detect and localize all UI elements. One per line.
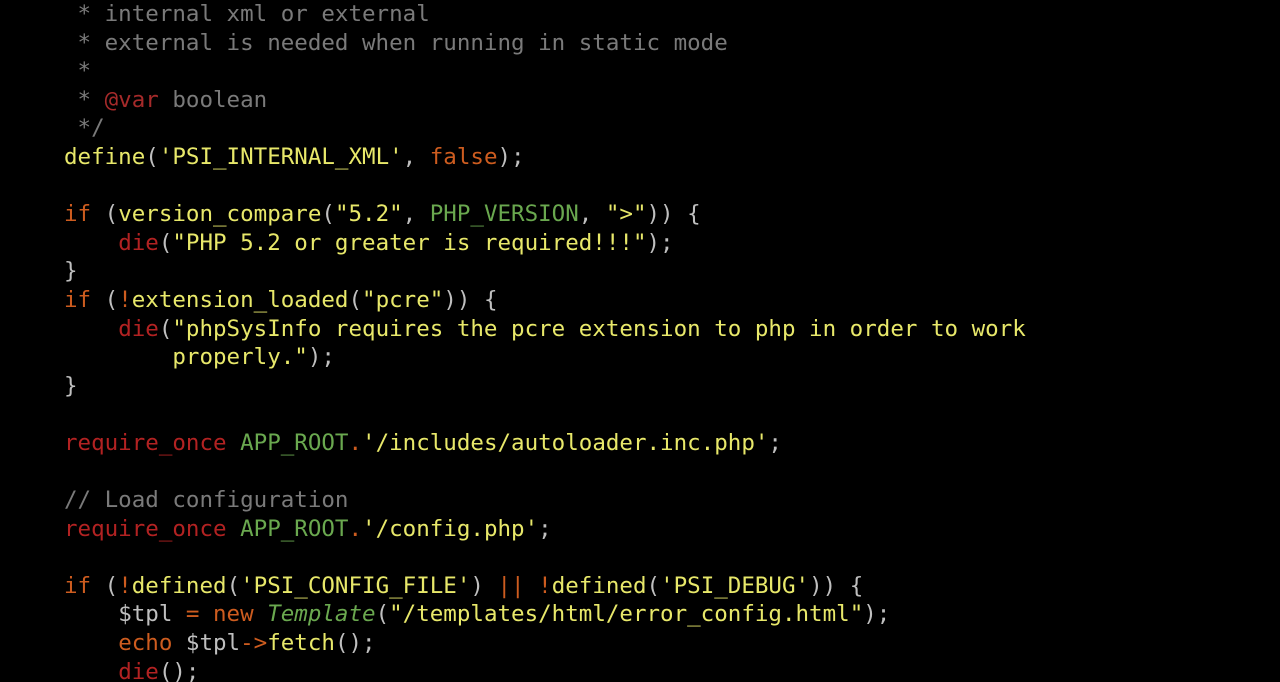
code-line: if (!defined('PSI_CONFIG_FILE') || !defi… <box>64 573 863 599</box>
code-line: require_once APP_ROOT.'/config.php'; <box>64 516 552 542</box>
comment-line: * <box>64 58 91 84</box>
code-line: die("PHP 5.2 or greater is required!!!")… <box>64 230 674 256</box>
code-line: require_once APP_ROOT.'/includes/autoloa… <box>64 430 782 456</box>
comment-line: // Load configuration <box>64 487 348 513</box>
code-line: if (!extension_loaded("pcre")) { <box>64 287 498 313</box>
comment-line: * @var boolean <box>64 87 267 113</box>
code-line: } <box>64 258 78 284</box>
code-line: properly." <box>64 344 308 370</box>
code-line: die(); <box>64 659 199 682</box>
code-line: define('PSI_INTERNAL_XML', false); <box>64 144 525 170</box>
code-line: $tpl = new Template("/templates/html/err… <box>64 601 890 627</box>
code-line: echo $tpl->fetch(); <box>64 630 376 656</box>
comment-line: * internal xml or external <box>64 1 430 27</box>
doc-tag: @var <box>105 87 159 113</box>
code-editor-content: * internal xml or external * external is… <box>0 0 1280 682</box>
code-line: die("phpSysInfo requires the pcre extens… <box>64 316 1026 342</box>
comment-line: * external is needed when running in sta… <box>64 30 728 56</box>
comment-close: */ <box>64 115 105 141</box>
code-line: if (version_compare("5.2", PHP_VERSION, … <box>64 201 701 227</box>
code-line: } <box>64 373 78 399</box>
